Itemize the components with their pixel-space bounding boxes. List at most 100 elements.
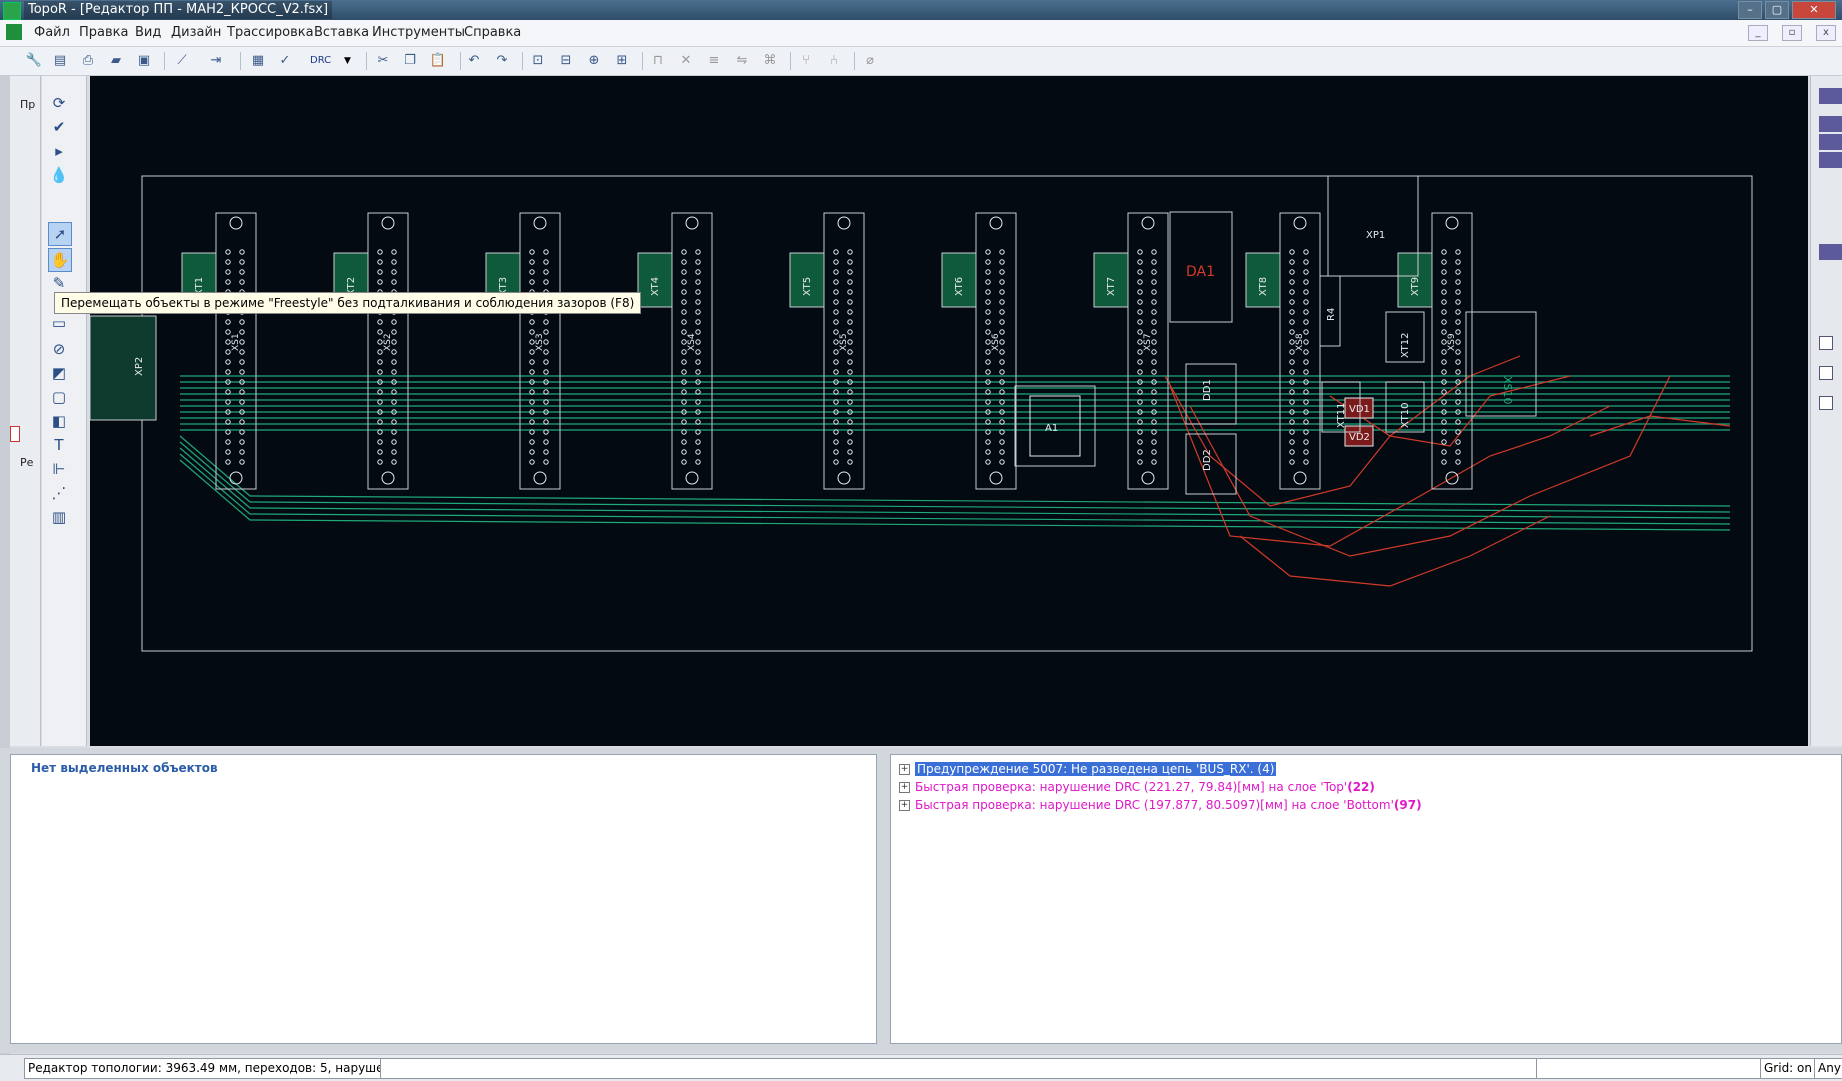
- toolbar-separator: [790, 52, 791, 70]
- label-xt11: XT11: [1336, 402, 1347, 428]
- right-tab-5[interactable]: [1819, 244, 1842, 260]
- expand-icon[interactable]: +: [899, 764, 910, 775]
- export-icon[interactable]: ⇥: [206, 51, 226, 71]
- pin-pad: [1151, 299, 1157, 305]
- right-checkbox-3[interactable]: [1819, 396, 1833, 410]
- menu-tools[interactable]: Инструменты: [368, 20, 469, 46]
- fork-icon[interactable]: ⑂: [796, 51, 816, 71]
- mirror-icon[interactable]: ⇋: [732, 51, 752, 71]
- pin-pad: [1289, 299, 1295, 305]
- drc-marker-icon[interactable]: ✓: [275, 51, 295, 71]
- text-icon[interactable]: T: [48, 434, 70, 456]
- check-icon[interactable]: ✔: [48, 116, 70, 138]
- mounting-hole: [1445, 216, 1459, 230]
- menu-view[interactable]: Вид: [131, 20, 165, 46]
- forbid-icon[interactable]: ⊘: [48, 338, 70, 360]
- menu-edit[interactable]: Правка: [75, 20, 132, 46]
- mdi-minimize-button[interactable]: _: [1748, 25, 1768, 41]
- undo-icon[interactable]: ↶: [464, 51, 484, 71]
- ruler-icon[interactable]: ▥: [48, 506, 70, 528]
- frame-icon[interactable]: ▢: [48, 386, 70, 408]
- right-tab-3[interactable]: [1819, 134, 1842, 150]
- delete-icon[interactable]: ✕: [676, 51, 696, 71]
- pin-pad: [985, 279, 991, 285]
- rectangle-icon[interactable]: ▭: [48, 312, 70, 334]
- status-grid[interactable]: Grid: on: [1760, 1058, 1818, 1079]
- pin-pad: [1303, 299, 1309, 305]
- drc-dropdown[interactable]: DRC ▼: [310, 52, 354, 70]
- message-row[interactable]: + Быстрая проверка: нарушение DRC (197.87…: [899, 797, 1422, 813]
- pin-pad: [1455, 269, 1461, 275]
- pin-pad: [543, 359, 549, 365]
- zoom-prev-icon[interactable]: ⊟: [556, 51, 576, 71]
- probe-icon[interactable]: ⌀: [860, 51, 880, 71]
- layers-icon[interactable]: ▦: [248, 51, 268, 71]
- polygon-icon[interactable]: ◩: [48, 362, 70, 384]
- paste-icon[interactable]: 📋: [428, 51, 448, 71]
- cut-icon[interactable]: ✂: [373, 51, 393, 71]
- right-tab-4[interactable]: [1819, 152, 1842, 168]
- menu-design[interactable]: Дизайн: [167, 20, 225, 46]
- zoom-window-icon[interactable]: ⊡: [528, 51, 548, 71]
- pin-pad: [1137, 279, 1143, 285]
- split-icon[interactable]: ⋰: [48, 482, 70, 504]
- lock-icon[interactable]: ⊓: [648, 51, 668, 71]
- new-file-icon[interactable]: ▤: [50, 51, 70, 71]
- mounting-hole: [1293, 471, 1307, 485]
- pin-pad: [985, 459, 991, 465]
- via-icon[interactable]: ⑃: [824, 51, 844, 71]
- zoom-in-icon[interactable]: ⊕: [584, 51, 604, 71]
- pin-pad: [847, 249, 853, 255]
- pin-pad: [225, 449, 231, 455]
- close-button[interactable]: ✕: [1792, 1, 1836, 19]
- pencil-icon[interactable]: ✎: [48, 272, 70, 294]
- maximize-button[interactable]: ▢: [1765, 1, 1789, 19]
- pointer-icon[interactable]: ➚: [48, 222, 72, 246]
- menu-routing[interactable]: Трассировка: [223, 20, 318, 46]
- mounting-hole: [685, 216, 699, 230]
- route-icon[interactable]: ⟋: [172, 51, 192, 71]
- group-icon[interactable]: ⌘: [760, 51, 780, 71]
- expand-icon[interactable]: +: [899, 782, 910, 793]
- drop-icon[interactable]: 💧: [48, 164, 70, 186]
- panel-marker-icon[interactable]: [10, 426, 20, 442]
- mdi-restore-button[interactable]: ▫: [1782, 25, 1802, 41]
- right-tab-1[interactable]: [1819, 88, 1842, 104]
- wrench-icon[interactable]: 🔧: [24, 51, 44, 71]
- minimize-button[interactable]: –: [1738, 1, 1762, 19]
- save-icon[interactable]: ▣: [134, 51, 154, 71]
- app-menu-icon[interactable]: [6, 24, 22, 40]
- align-icon[interactable]: ≡: [704, 51, 724, 71]
- right-tab-2[interactable]: [1819, 116, 1842, 132]
- copy-icon[interactable]: ❐: [400, 51, 420, 71]
- pin-pad: [681, 369, 687, 375]
- pcb-canvas[interactable]: XT1 XS1 XT2 XS2 XT3 XS3 XT4 XS4 XT5 XS5 XT6 XS6 XT7 X…: [89, 76, 1808, 746]
- right-checkbox-1[interactable]: [1819, 336, 1833, 350]
- status-blank: [380, 1058, 1538, 1079]
- pin-pad: [391, 459, 397, 465]
- redo-icon[interactable]: ↷: [492, 51, 512, 71]
- pin-pad: [377, 369, 383, 375]
- dimension-icon[interactable]: ⊩: [48, 458, 70, 480]
- toolbar-separator: [854, 52, 855, 70]
- component-xp2[interactable]: [89, 315, 157, 421]
- menu-insert[interactable]: Вставка: [310, 20, 373, 46]
- play-icon[interactable]: ▸: [48, 140, 70, 162]
- zoom-fit-icon[interactable]: ⊞: [612, 51, 632, 71]
- menu-help[interactable]: Справка: [460, 20, 525, 46]
- pin-pad: [999, 359, 1005, 365]
- message-row[interactable]: + Быстрая проверка: нарушение DRC (221.27…: [899, 779, 1375, 795]
- pin-pad: [681, 339, 687, 345]
- mdi-close-button[interactable]: x: [1816, 25, 1836, 41]
- status-snap[interactable]: Any: [1814, 1058, 1842, 1079]
- menu-file[interactable]: Файл: [30, 20, 74, 46]
- open-folder-icon[interactable]: ▰: [106, 51, 126, 71]
- print-icon[interactable]: ⎙: [78, 51, 98, 71]
- hand-icon[interactable]: ✋: [48, 248, 72, 272]
- message-row[interactable]: + Предупреждение 5007: Не разведена цепь …: [899, 761, 1277, 777]
- shapes-icon[interactable]: ◧: [48, 410, 70, 432]
- expand-icon[interactable]: +: [899, 800, 910, 811]
- pin-pad: [681, 329, 687, 335]
- right-checkbox-2[interactable]: [1819, 366, 1833, 380]
- rotate-icon[interactable]: ⟳: [48, 92, 70, 114]
